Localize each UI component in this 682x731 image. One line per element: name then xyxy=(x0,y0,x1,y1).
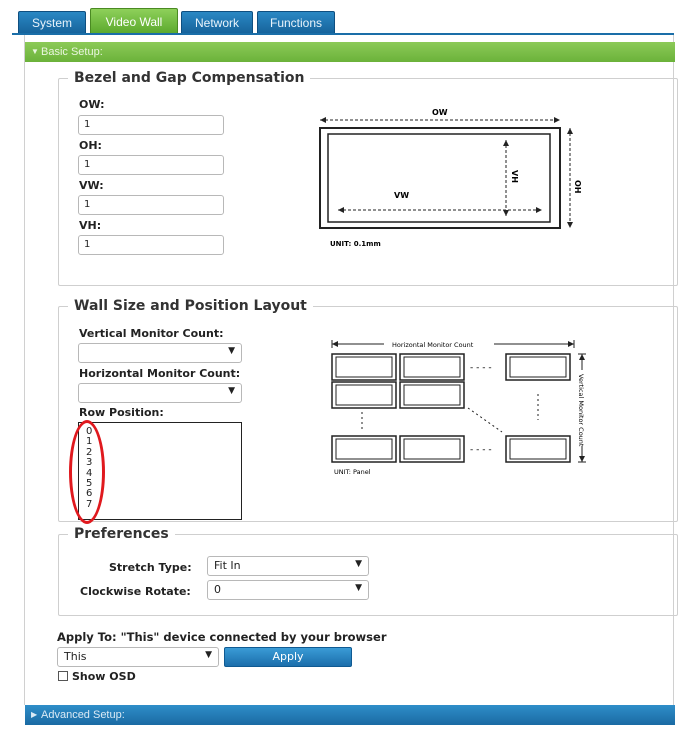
horizontal-count-select[interactable]: ▼ xyxy=(78,383,242,403)
caret-right-icon: ▶ xyxy=(31,710,38,719)
vw-label: VW: xyxy=(79,179,104,192)
row-option[interactable]: 0 xyxy=(79,426,241,437)
apply-button[interactable]: Apply xyxy=(224,647,352,667)
row-option[interactable]: 5 xyxy=(79,478,241,489)
wall-unit-label: UNIT: Panel xyxy=(334,468,371,476)
vertical-count-select[interactable]: ▼ xyxy=(78,343,242,363)
tab-system[interactable]: System xyxy=(18,11,86,34)
basic-setup-header[interactable]: ▼ Basic Setup: xyxy=(25,42,675,62)
row-option[interactable]: 6 xyxy=(79,488,241,499)
stretch-type-value: Fit In xyxy=(214,559,241,572)
show-osd-label: Show OSD xyxy=(72,670,136,683)
row-option[interactable]: 2 xyxy=(79,447,241,458)
clockwise-rotate-label: Clockwise Rotate: xyxy=(80,585,191,598)
tab-bar: System Video Wall Network Functions xyxy=(0,0,682,35)
vw-input[interactable]: 1 xyxy=(78,195,224,215)
stretch-type-label: Stretch Type: xyxy=(109,561,192,574)
ow-input[interactable]: 1 xyxy=(78,115,224,135)
vh-diagram-label: VH xyxy=(510,170,519,183)
advanced-setup-header[interactable]: ▶ Advanced Setup: xyxy=(25,705,675,725)
basic-setup-label: Basic Setup: xyxy=(41,46,103,58)
advanced-setup-label: Advanced Setup: xyxy=(41,709,125,721)
dropdown-arrow-icon: ▼ xyxy=(355,559,362,569)
show-osd-checkbox[interactable] xyxy=(58,671,68,681)
oh-diagram-label: OH xyxy=(573,180,582,194)
bezel-unit-label: UNIT: 0.1mm xyxy=(330,240,381,248)
dropdown-arrow-icon: ▼ xyxy=(228,386,235,396)
horizontal-count-diagram-label: Horizontal Monitor Count xyxy=(392,341,474,349)
oh-label: OH: xyxy=(79,139,102,152)
horizontal-count-label: Horizontal Monitor Count: xyxy=(79,367,241,380)
ow-label: OW: xyxy=(79,98,105,111)
vertical-count-label: Vertical Monitor Count: xyxy=(79,327,224,340)
ow-diagram-label: OW xyxy=(432,108,448,117)
row-option[interactable]: 4 xyxy=(79,468,241,479)
row-position-listbox[interactable]: 0 1 2 3 4 5 6 7 xyxy=(78,422,242,520)
clockwise-rotate-select[interactable]: 0 ▼ xyxy=(207,580,369,600)
bezel-diagram: OW OH VH VW UNIT: 0.1mm xyxy=(319,108,582,248)
caret-down-icon: ▼ xyxy=(31,47,39,56)
dropdown-arrow-icon: ▼ xyxy=(355,583,362,593)
vw-diagram-label: VW xyxy=(394,191,409,200)
vh-input[interactable]: 1 xyxy=(78,235,224,255)
svg-text:- - - -: - - - - xyxy=(470,445,492,455)
vh-label: VH: xyxy=(79,219,102,232)
oh-input[interactable]: 1 xyxy=(78,155,224,175)
tab-network[interactable]: Network xyxy=(181,11,253,34)
dropdown-arrow-icon: ▼ xyxy=(228,346,235,356)
apply-to-select[interactable]: This ▼ xyxy=(57,647,219,667)
apply-to-label: Apply To: "This" device connected by you… xyxy=(57,630,387,644)
wall-diagram: Horizontal Monitor Count - - - - - - - -… xyxy=(331,339,587,476)
wall-title: Wall Size and Position Layout xyxy=(68,298,313,314)
row-position-label: Row Position: xyxy=(79,406,164,419)
preferences-title: Preferences xyxy=(68,526,175,542)
clockwise-rotate-value: 0 xyxy=(214,583,221,596)
row-option[interactable]: 1 xyxy=(79,436,241,447)
vertical-count-diagram-label: Vertical Monitor Count xyxy=(577,374,585,447)
svg-text:- - - -: - - - - xyxy=(470,363,492,373)
apply-to-value: This xyxy=(64,650,87,663)
dropdown-arrow-icon: ▼ xyxy=(205,650,212,660)
row-option[interactable]: 3 xyxy=(79,457,241,468)
tab-video-wall[interactable]: Video Wall xyxy=(90,8,178,34)
tab-functions[interactable]: Functions xyxy=(257,11,335,34)
stretch-type-select[interactable]: Fit In ▼ xyxy=(207,556,369,576)
row-option[interactable]: 7 xyxy=(79,499,241,510)
bezel-title: Bezel and Gap Compensation xyxy=(68,70,311,86)
